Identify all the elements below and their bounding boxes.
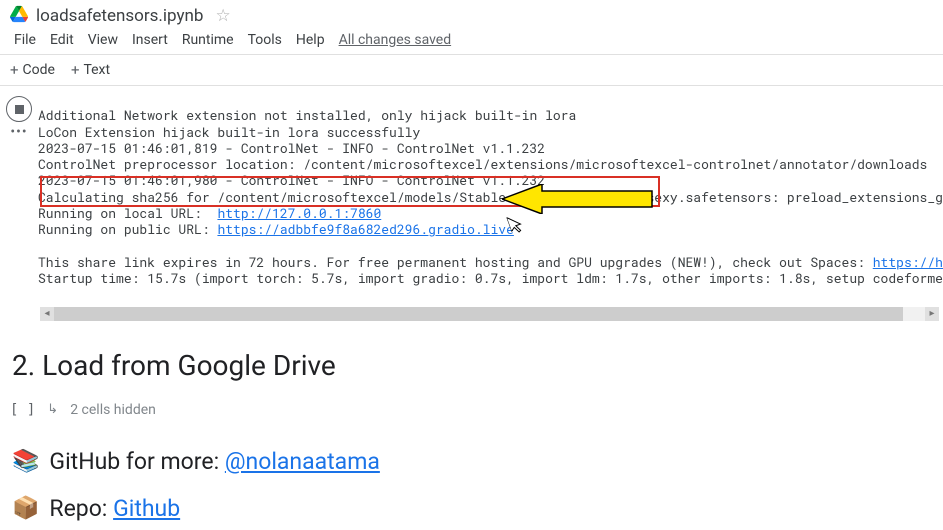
- public-url-link[interactable]: https://adbbfe9f8a682ed296.gradio.live: [217, 220, 513, 238]
- output-line: Running on public URL:: [38, 220, 217, 238]
- add-text-label: Text: [83, 62, 110, 78]
- github-row: 📚 GitHub for more: @nolanaatama: [0, 432, 943, 479]
- repo-link[interactable]: Github: [113, 495, 180, 522]
- more-icon[interactable]: •••: [10, 130, 27, 134]
- expand-icon: ↳: [47, 402, 58, 417]
- drive-icon: [10, 5, 28, 27]
- menubar: File Edit View Insert Runtime Tools Help…: [0, 28, 943, 54]
- github-prefix: GitHub for more:: [49, 448, 224, 475]
- scroll-thumb[interactable]: [54, 307, 903, 321]
- output-line: ControlNet preprocessor location: /conte…: [38, 155, 927, 173]
- menu-insert[interactable]: Insert: [132, 32, 168, 48]
- hidden-cells-label: 2 cells hidden: [70, 402, 156, 418]
- stop-icon: [15, 105, 24, 114]
- cell-output: Additional Network extension not install…: [38, 86, 943, 303]
- notebook-title[interactable]: loadsafetensors.ipynb: [36, 6, 203, 26]
- horizontal-scrollbar[interactable]: ◂ ▸: [40, 307, 939, 321]
- output-line: Calculating sha256 for /content/microsof…: [38, 188, 943, 206]
- output-line: Startup time: 15.7s (import torch: 5.7s,…: [38, 269, 943, 287]
- plus-icon: +: [71, 61, 80, 79]
- output-line: 2023-07-15 01:46:01,980 - ControlNet - I…: [38, 171, 545, 189]
- stop-execution-button[interactable]: [6, 96, 32, 122]
- add-code-label: Code: [23, 62, 55, 78]
- scroll-track[interactable]: [54, 307, 925, 321]
- menu-view[interactable]: View: [88, 32, 118, 48]
- output-line: LoCon Extension hijack built-in lora suc…: [38, 123, 420, 141]
- package-icon: 📦: [12, 496, 39, 521]
- output-line: 2023-07-15 01:46:01,819 - ControlNet - I…: [38, 139, 545, 157]
- repo-row: 📦 Repo: Github: [0, 479, 943, 526]
- cell-toolbar: + Code + Text: [0, 54, 943, 86]
- plus-icon: +: [10, 61, 19, 79]
- books-icon: 📚: [12, 449, 39, 474]
- output-line: This share link expires in 72 hours. For…: [38, 253, 873, 271]
- cell-output-block: ••• Additional Network extension not ins…: [0, 86, 943, 303]
- menu-help[interactable]: Help: [296, 32, 325, 48]
- spaces-url-link[interactable]: https://huggingfa: [873, 253, 943, 271]
- menu-file[interactable]: File: [14, 32, 36, 48]
- output-line: Running on local URL:: [38, 204, 217, 222]
- scroll-left-button[interactable]: ◂: [40, 307, 54, 321]
- add-code-button[interactable]: + Code: [6, 61, 59, 79]
- collapsed-cells-row[interactable]: [ ] ↳ 2 cells hidden: [0, 388, 943, 432]
- menu-edit[interactable]: Edit: [50, 32, 74, 48]
- menu-runtime[interactable]: Runtime: [182, 32, 234, 48]
- menu-tools[interactable]: Tools: [248, 32, 282, 48]
- repo-prefix: Repo:: [49, 495, 113, 522]
- local-url-link[interactable]: http://127.0.0.1:7860: [217, 204, 381, 222]
- output-line: Additional Network extension not install…: [38, 106, 576, 124]
- add-text-button[interactable]: + Text: [67, 61, 114, 79]
- github-handle-link[interactable]: @nolanaatama: [225, 448, 380, 475]
- section-heading: 2. Load from Google Drive: [0, 321, 943, 388]
- star-icon[interactable]: ☆: [215, 6, 230, 26]
- scroll-right-button[interactable]: ▸: [925, 307, 939, 321]
- cell-bracket: [ ]: [10, 402, 35, 418]
- changes-saved-link[interactable]: All changes saved: [339, 32, 452, 48]
